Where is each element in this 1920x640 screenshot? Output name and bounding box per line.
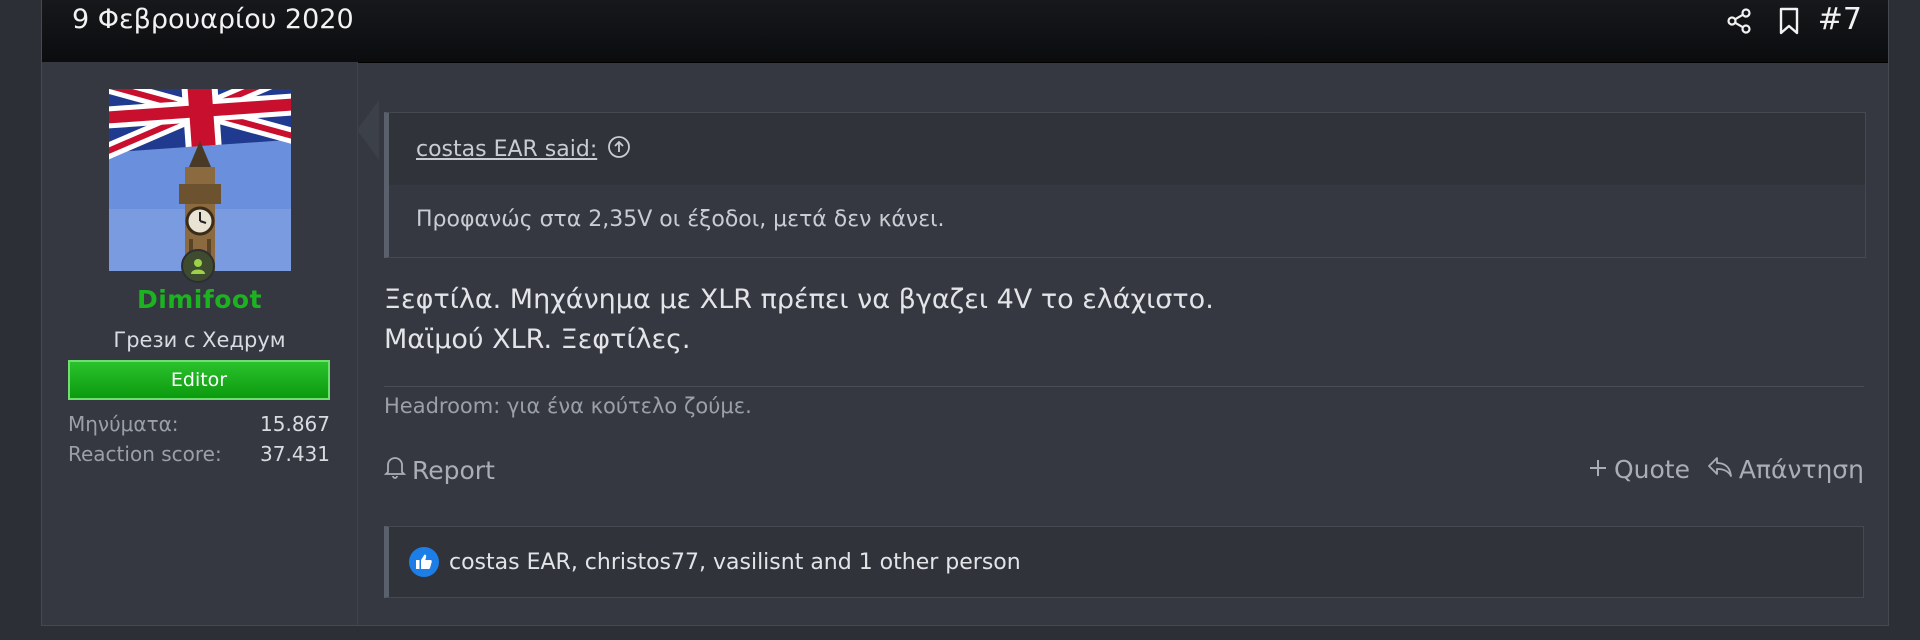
share-icon[interactable] <box>1722 4 1756 38</box>
signature-divider <box>384 386 1864 387</box>
stat-label[interactable]: Reaction score: <box>68 442 222 466</box>
reply-icon <box>1707 455 1733 484</box>
quote-text: Προφανώς στα 2,35V οι έξοδοι, μετά δεν κ… <box>416 207 945 232</box>
quote-author-link[interactable]: costas EAR said: <box>416 137 597 162</box>
stat-value: 37.431 <box>260 442 330 466</box>
like-icon <box>409 547 439 577</box>
user-role-banner: Editor <box>68 360 330 400</box>
plus-icon <box>1588 455 1608 484</box>
reply-button[interactable]: Απάντηση <box>1707 455 1864 484</box>
quote-block: costas EAR said: Προφανώς στα 2,35V οι έ… <box>384 112 1866 258</box>
message-line: Μαϊμού XLR. Ξεφτίλες. <box>384 324 691 355</box>
user-title: Грези с Хедрум <box>113 328 286 352</box>
report-button[interactable]: Report <box>383 455 495 485</box>
quote-button[interactable]: Quote <box>1588 455 1690 484</box>
message-arrow <box>357 100 379 160</box>
reaction-users-link[interactable]: costas EAR, christos77, vasilisnt and 1 … <box>449 550 1021 575</box>
bookmark-icon[interactable] <box>1772 4 1806 38</box>
message-line: Ξεφτίλα. Μηχάνημα με XLR πρέπει να βγαζε… <box>384 284 1214 315</box>
stat-value: 15.867 <box>260 412 330 436</box>
online-status-icon <box>181 249 215 283</box>
report-label: Report <box>412 455 495 485</box>
user-info-column: Dimifoot Грези с Хедрум Editor Μηνύματα:… <box>42 62 358 625</box>
reactions-bar: costas EAR, christos77, vasilisnt and 1 … <box>384 526 1864 598</box>
post-header: 9 Φεβρουαρίου 2020 #7 <box>42 0 1888 63</box>
post-number-link[interactable]: #7 <box>1818 2 1862 37</box>
arrow-up-circle-icon[interactable] <box>607 135 631 163</box>
quote-label: Quote <box>1613 455 1690 484</box>
stat-label[interactable]: Μηνύματα: <box>68 412 179 436</box>
quote-header: costas EAR said: <box>389 113 1865 185</box>
username-link[interactable]: Dimifoot <box>42 285 357 314</box>
avatar[interactable] <box>109 89 291 271</box>
post-date-link[interactable]: 9 Φεβρουαρίου 2020 <box>72 4 354 35</box>
reply-label: Απάντηση <box>1738 455 1864 484</box>
signature: Headroom: για ένα κούτελο ζούμε. <box>384 394 752 418</box>
post-actions: Report Quote Απάντηση <box>383 455 1864 495</box>
message-body: Ξεφτίλα. Μηχάνημα με XLR πρέπει να βγαζε… <box>384 280 1864 360</box>
bell-icon <box>383 455 407 485</box>
